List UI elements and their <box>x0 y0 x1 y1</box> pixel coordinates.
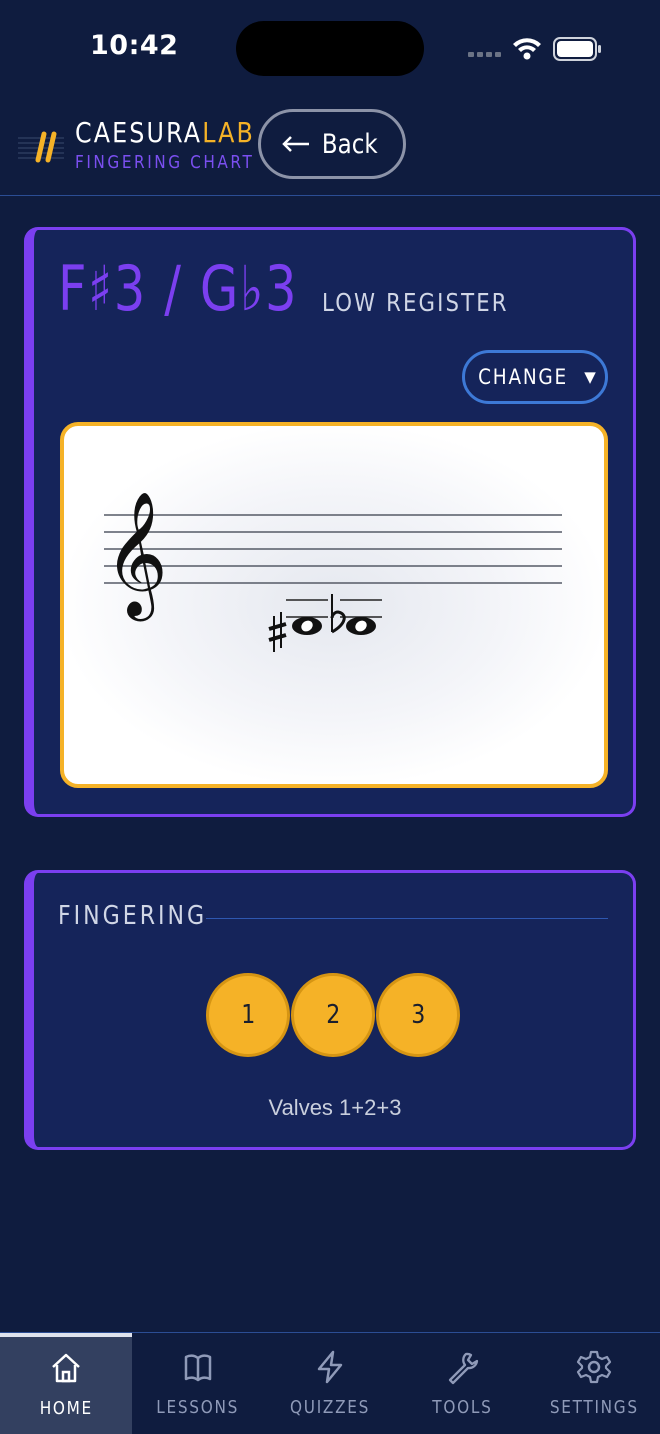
valve-2: 2 <box>291 973 375 1057</box>
brand-title-part1: CAESURA <box>75 116 203 149</box>
register-label: LOW REGISTER <box>322 288 509 317</box>
divider <box>206 918 608 919</box>
tab-tools[interactable]: TOOLS <box>396 1333 528 1434</box>
status-icons <box>468 37 601 61</box>
music-staff: 𝄞 <box>104 491 562 652</box>
valve-label: 2 <box>325 1000 341 1030</box>
lightning-icon <box>317 1350 343 1384</box>
logo-icon <box>18 131 64 163</box>
sharp-icon <box>268 612 287 652</box>
fingering-title: FINGERING <box>58 901 208 931</box>
battery-icon <box>553 37 601 61</box>
tab-quizzes[interactable]: QUIZZES <box>264 1333 396 1434</box>
change-note-button[interactable]: CHANGE ▼ <box>462 350 608 404</box>
back-button-label: Back <box>322 128 378 160</box>
book-icon <box>184 1354 212 1382</box>
wifi-icon <box>513 38 541 60</box>
gear-icon <box>576 1350 612 1384</box>
back-button[interactable]: Back <box>258 109 406 179</box>
status-time: 10:42 <box>90 30 179 61</box>
tab-home[interactable]: HOME <box>0 1333 132 1434</box>
tab-label: SETTINGS <box>549 1397 639 1418</box>
tab-label: QUIZZES <box>289 1397 371 1418</box>
tab-lessons[interactable]: LESSONS <box>132 1333 264 1434</box>
wrench-icon <box>448 1352 479 1385</box>
note-card: F♯3 / G♭3 LOW REGISTER CHANGE ▼ 𝄞 <box>24 227 636 817</box>
fingering-card: FINGERING 1 2 3 Valves 1+2+3 <box>24 870 636 1150</box>
app-header: CAESURALAB FINGERING CHART Back <box>0 96 660 196</box>
valve-label: 1 <box>240 1000 256 1030</box>
fingering-caption: Valves 1+2+3 <box>268 1095 402 1120</box>
tab-label: LESSONS <box>156 1397 240 1418</box>
tab-label: HOME <box>39 1398 93 1419</box>
valve-1: 1 <box>206 973 290 1057</box>
brand-title: CAESURALAB <box>75 116 255 149</box>
brand-title-part2: LAB <box>202 116 255 149</box>
valve-label: 3 <box>410 1000 426 1030</box>
status-bar: 10:42 <box>0 0 660 96</box>
staff-display: 𝄞 <box>60 422 608 788</box>
signal-icon <box>468 52 501 57</box>
change-button-label: CHANGE <box>478 365 569 389</box>
dynamic-island <box>236 21 424 76</box>
valve-3: 3 <box>376 973 460 1057</box>
note-name: F♯3 / G♭3 <box>58 252 299 325</box>
arrow-left-icon <box>282 136 310 152</box>
page-subtitle: FINGERING CHART <box>75 152 255 173</box>
tab-bar: HOME LESSONS QUIZZES TOOLS SETTINGS <box>0 1332 660 1434</box>
caret-down-icon: ▼ <box>584 368 598 386</box>
staff-lines <box>104 514 562 584</box>
valve-group: 1 2 3 <box>206 973 460 1057</box>
treble-clef-icon: 𝄞 <box>104 491 168 621</box>
tab-settings[interactable]: SETTINGS <box>528 1333 660 1434</box>
home-icon <box>52 1353 80 1383</box>
tab-label: TOOLS <box>431 1397 493 1418</box>
